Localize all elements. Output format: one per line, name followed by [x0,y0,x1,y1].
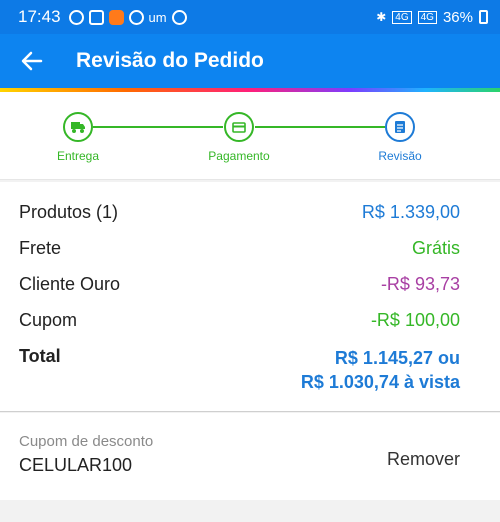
coupon-section: Cupom de desconto CELULAR100 Remover [0,413,500,500]
step-label-entrega: Entrega [56,149,100,163]
summary-label: Produtos (1) [19,202,119,222]
whatsapp-icon [68,9,84,25]
carrier-small-label: um [148,9,167,25]
total-value-installments: R$ 1.145,27 ou [334,348,460,368]
summary-label: Frete [19,238,62,258]
app-notification-icon [88,9,104,25]
signal-icon-1: 4G [392,10,412,24]
summary-label: Cliente Ouro [19,274,121,294]
battery-percent: 36% [442,8,473,26]
summary-row-cliente-ouro: Cliente Ouro -R$ 93,73 [19,274,460,310]
order-summary: Produtos (1) R$ 1.339,00 Frete Grátis Cl… [0,182,500,412]
credit-card-icon [224,112,254,142]
status-bar: 17:43 um ✱ 4G 4G 36% [0,0,500,34]
notification-icons: um [68,9,187,25]
orange-app-icon [108,9,124,25]
step-entrega[interactable]: Entrega [23,112,133,163]
do-not-disturb-icon [171,9,187,25]
summary-row-produtos: Produtos (1) R$ 1.339,00 [19,202,460,238]
summary-value: R$ 1.339,00 [361,202,460,222]
page-title: Revisão do Pedido [76,49,264,72]
coupon-info: Cupom de desconto CELULAR100 [19,433,153,500]
summary-row-frete: Frete Grátis [19,238,460,274]
signal-label-1: 4G [395,11,409,23]
remove-coupon-button[interactable]: Remover [387,449,460,500]
total-label: Total [19,346,61,366]
coupon-caption: Cupom de desconto [19,433,154,450]
summary-row-cupom: Cupom -R$ 100,00 [19,310,460,346]
signal-label-2: 4G [420,11,434,23]
step-pagamento[interactable]: Pagamento [184,112,294,163]
step-label-revisao: Revisão [378,149,422,163]
total-value-cash: R$ 1.030,74 à vista [300,372,460,392]
summary-value: -R$ 93,73 [380,274,460,294]
status-time: 17:43 [18,7,61,26]
summary-value: Grátis [411,238,460,258]
coupon-code: CELULAR100 [19,455,133,475]
bluetooth-icon: ✱ [376,10,387,24]
summary-value: -R$ 100,00 [370,310,460,330]
checkout-stepper: Entrega Pagamento Revisão [0,92,500,180]
summary-row-total: Total R$ 1.145,27 ou R$ 1.030,74 à vista [19,346,460,394]
signal-icon-2: 4G [417,10,437,24]
document-icon [385,112,415,142]
summary-label: Cupom [19,310,78,330]
step-revisao[interactable]: Revisão [345,112,455,163]
battery-icon [479,10,488,24]
total-value: R$ 1.145,27 ou R$ 1.030,74 à vista [301,346,460,394]
back-arrow-icon[interactable] [0,34,64,88]
status-right: ✱ 4G 4G 36% [376,9,488,26]
shield-icon [128,9,144,25]
truck-icon [63,112,93,142]
step-label-pagamento: Pagamento [208,149,270,163]
app-bar: Revisão do Pedido [0,34,500,88]
